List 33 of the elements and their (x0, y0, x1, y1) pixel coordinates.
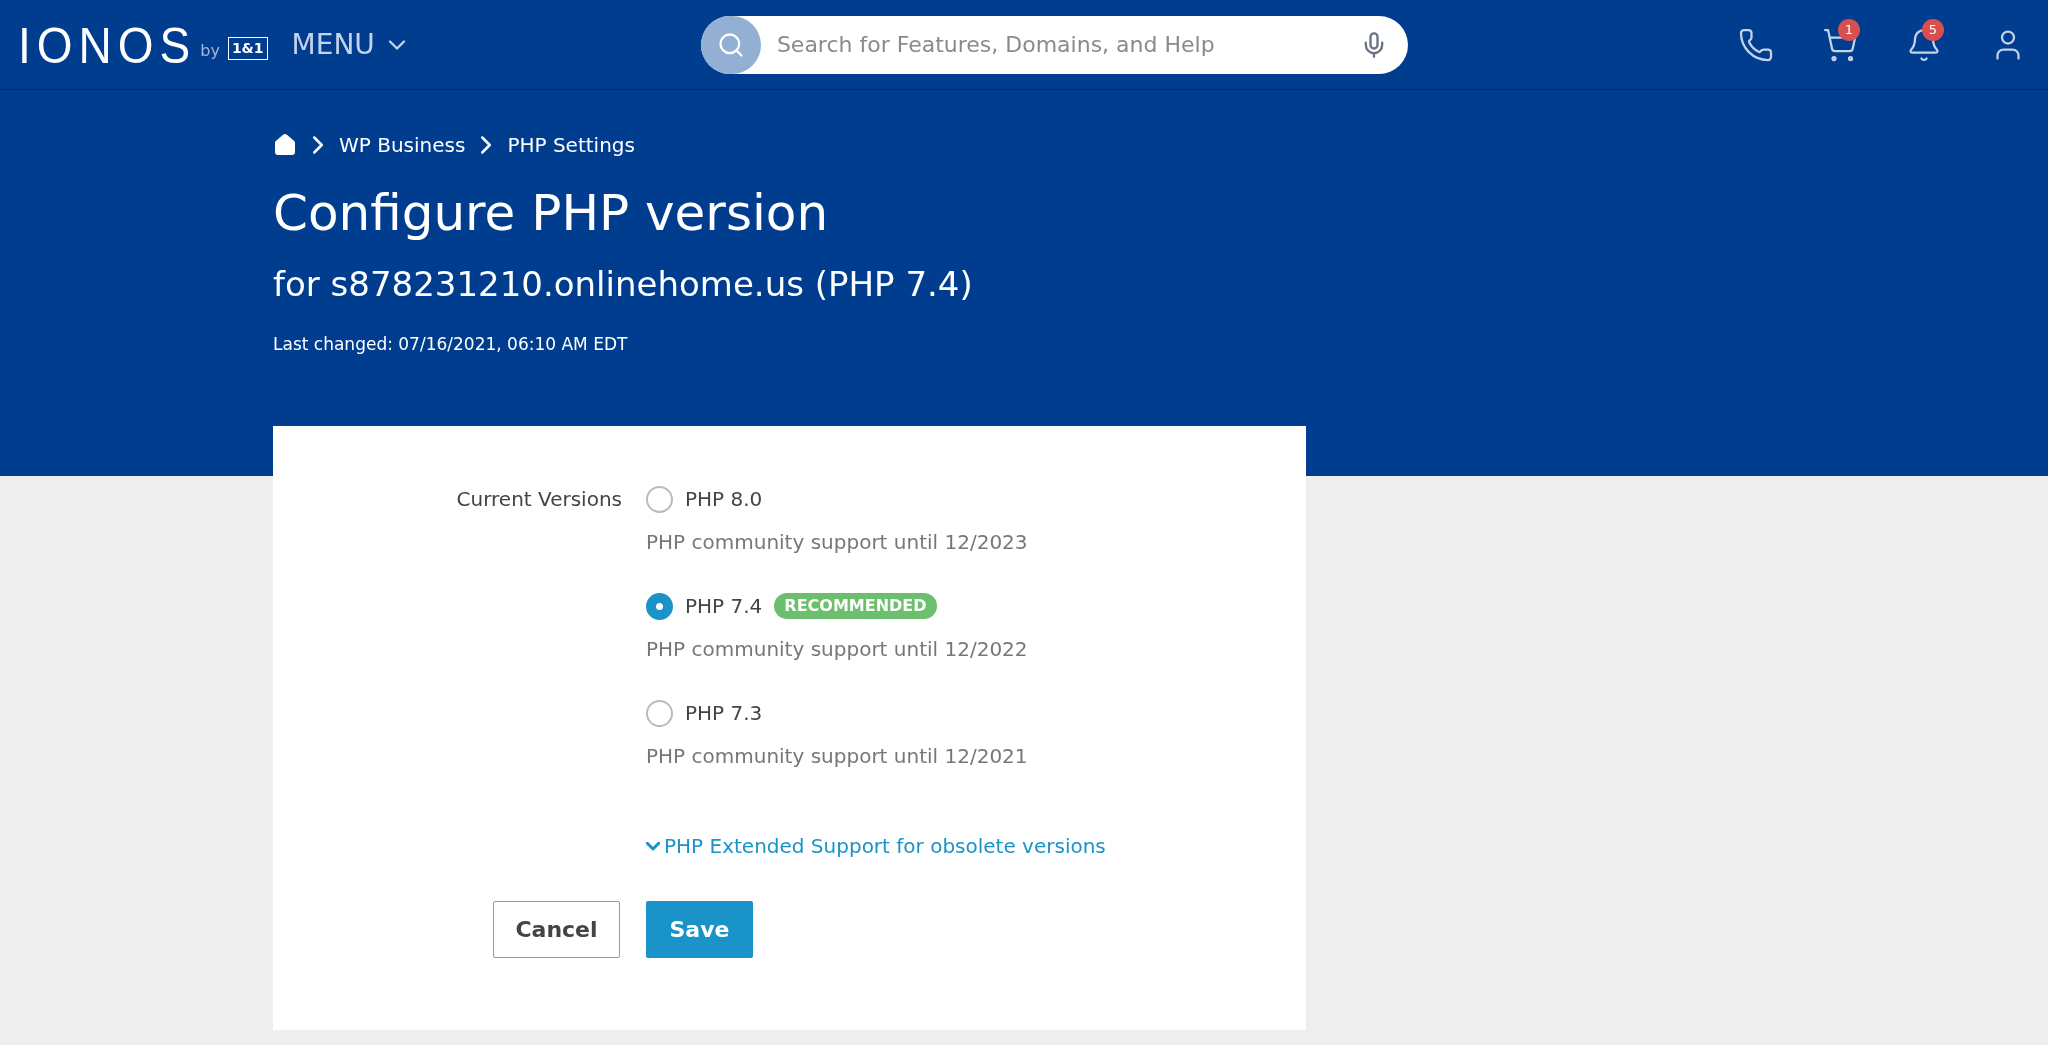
page-title: Configure PHP version (273, 183, 830, 244)
bell-icon[interactable] (1906, 26, 1942, 63)
support-note: PHP community support until 12/2022 (646, 636, 1029, 663)
radio-button[interactable] (646, 592, 673, 620)
search-field[interactable]: Search for Features, Domains, and Help (700, 15, 1408, 74)
option-label: PHP 8.0 (685, 486, 763, 513)
chevron-right-icon (313, 136, 323, 154)
support-note: PHP community support until 12/2023 (646, 529, 1029, 556)
search-icon[interactable] (700, 15, 761, 74)
cancel-button[interactable]: Cancel (493, 901, 620, 958)
logo[interactable]: IONOS (18, 19, 197, 70)
cart-count-badge: 1 (1838, 18, 1860, 41)
home-icon[interactable] (273, 133, 297, 157)
chevron-right-icon (481, 136, 492, 154)
recommended-badge: RECOMMENDED (774, 593, 937, 619)
breadcrumb-link[interactable]: WP Business (339, 130, 466, 160)
cart-icon[interactable] (1822, 26, 1858, 63)
logo-by: by (200, 39, 220, 62)
page-subtitle: for s878231210.onlinehome.us (PHP 7.4) (273, 262, 974, 306)
radio-button[interactable] (646, 485, 673, 513)
chevron-down-icon (646, 841, 660, 851)
option-label: PHP 7.4 (685, 593, 763, 620)
last-changed-text: Last changed: 07/16/2021, 06:10 AM EDT (273, 332, 629, 356)
support-note: PHP community support until 12/2021 (646, 743, 1029, 770)
partner-logo: 1&1 (227, 37, 268, 60)
phone-icon[interactable] (1738, 26, 1774, 63)
search-input[interactable]: Search for Features, Domains, and Help (776, 28, 1360, 61)
menu-button[interactable]: MENU (291, 23, 411, 66)
radio-button[interactable] (646, 699, 673, 727)
notification-count-badge: 5 (1922, 18, 1944, 41)
breadcrumb-link[interactable]: PHP Settings (507, 130, 635, 160)
field-label: Current Versions (455, 486, 623, 513)
option-label: PHP 7.3 (685, 700, 763, 727)
